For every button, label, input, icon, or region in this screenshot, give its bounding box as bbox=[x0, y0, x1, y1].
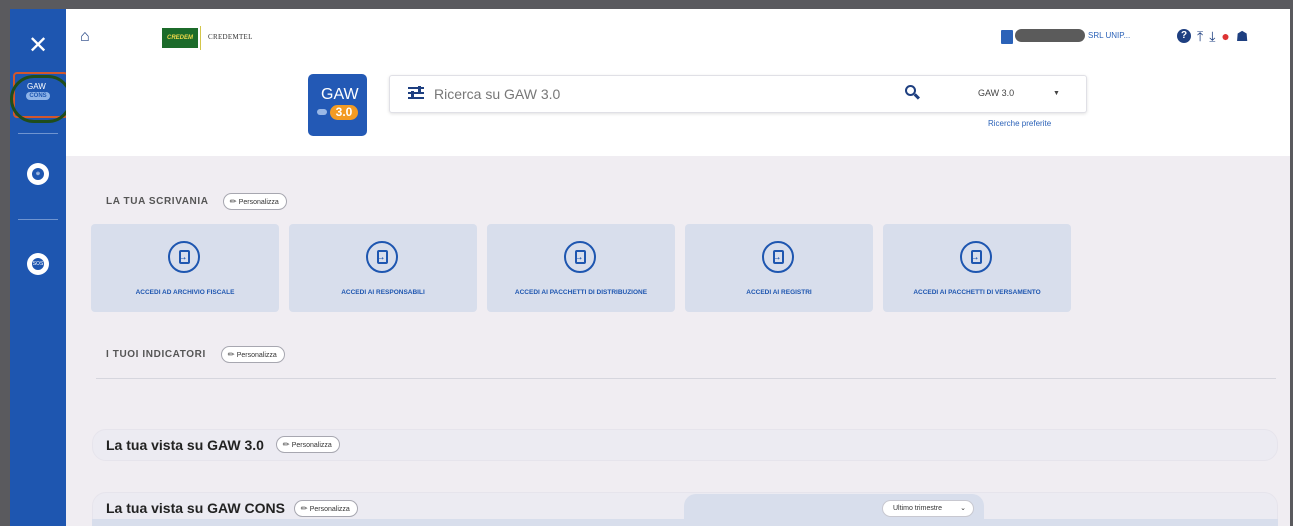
sidebar-item-gaw-cons[interactable]: GAW CONS bbox=[21, 81, 55, 111]
search-scope-select[interactable]: GAW 3.0 bbox=[978, 88, 1014, 98]
sos-chat-icon: SOS bbox=[32, 258, 44, 270]
customize-label: Personalizza bbox=[236, 352, 277, 359]
window-frame-left bbox=[0, 0, 10, 526]
customize-label: Personalizza bbox=[309, 506, 350, 513]
gawcons-view-title: La tua vista su GAW CONS bbox=[106, 500, 285, 516]
sidebar-item-sos[interactable]: SOS bbox=[27, 253, 49, 275]
card-label: ACCEDI AI PACCHETTI DI DISTRIBUZIONE bbox=[514, 289, 648, 296]
upload-icon[interactable]: ⤒ bbox=[1197, 28, 1203, 44]
help-icon[interactable]: ? bbox=[1177, 29, 1191, 43]
logo-separator bbox=[200, 26, 201, 50]
gaw30-view-panel bbox=[92, 429, 1278, 461]
login-icon: → bbox=[564, 241, 596, 273]
home-icon[interactable]: ⌂ bbox=[80, 29, 96, 45]
card-label: ACCEDI AI PACCHETTI DI VERSAMENTO bbox=[913, 289, 1041, 296]
search-input[interactable] bbox=[434, 84, 874, 104]
gaw-cons-pill: CONS bbox=[26, 92, 50, 100]
login-icon: → bbox=[960, 241, 992, 273]
gaw-logo-word: GAW bbox=[321, 86, 359, 103]
redacted-company-text bbox=[1015, 29, 1085, 42]
desk-title: LA TUA SCRIVANIA bbox=[106, 196, 209, 207]
sidebar-divider bbox=[18, 219, 58, 220]
building-icon bbox=[1001, 30, 1013, 44]
desk-customize-button[interactable]: ✎Personalizza bbox=[223, 193, 287, 210]
saved-searches-link[interactable]: Ricerche preferite bbox=[988, 119, 1051, 128]
card-label: ACCEDI AD ARCHIVIO FISCALE bbox=[135, 289, 235, 296]
card-pacchetti-distribuzione[interactable]: → ACCEDI AI PACCHETTI DI DISTRIBUZIONE bbox=[487, 224, 675, 312]
section-divider bbox=[96, 378, 1276, 379]
card-responsabili[interactable]: → ACCEDI AI RESPONSABILI bbox=[289, 224, 477, 312]
header-actions: ? ⤒ ⤓ ● ☗ bbox=[1177, 28, 1248, 44]
pencil-icon: ✎ bbox=[227, 195, 239, 208]
close-icon[interactable]: ✕ bbox=[27, 34, 49, 58]
user-icon[interactable]: ☗ bbox=[1236, 28, 1249, 44]
card-label: ACCEDI AI REGISTRI bbox=[746, 289, 812, 296]
search-bar: GAW 3.0 ▼ bbox=[389, 75, 1087, 113]
credemtel-logo: CREDEMTEL bbox=[208, 33, 253, 41]
company-name[interactable]: SRL UNIP... bbox=[1088, 31, 1130, 40]
customize-label: Personalizza bbox=[291, 442, 332, 449]
period-select-value: Ultimo trimestre bbox=[893, 505, 943, 512]
gaw-logo-version: 3.0 bbox=[330, 105, 358, 120]
card-registri[interactable]: → ACCEDI AI REGISTRI bbox=[685, 224, 873, 312]
search-icon[interactable] bbox=[904, 84, 922, 102]
notifications-icon[interactable]: ● bbox=[1221, 28, 1229, 44]
login-icon: → bbox=[366, 241, 398, 273]
pencil-icon: ✎ bbox=[298, 502, 310, 515]
filter-icon[interactable] bbox=[408, 86, 424, 100]
card-archivio-fiscale[interactable]: → ACCEDI AD ARCHIVIO FISCALE bbox=[91, 224, 279, 312]
globe-icon: ⊕ bbox=[32, 168, 44, 180]
gaw30-view-title: La tua vista su GAW 3.0 bbox=[106, 437, 264, 453]
sidebar: ✕ GAW CONS ⊕ SOS bbox=[10, 9, 73, 526]
download-icon[interactable]: ⤓ bbox=[1209, 28, 1215, 44]
gaw30-customize-button[interactable]: ✎Personalizza bbox=[276, 436, 340, 453]
card-label: ACCEDI AI RESPONSABILI bbox=[341, 289, 425, 296]
window-frame-top bbox=[0, 0, 1293, 9]
header: ⌂ CREDEM CREDEMTEL GAW 3.0 GAW 3.0 ▼ Ric… bbox=[66, 9, 1290, 156]
credem-logo: CREDEM bbox=[162, 28, 198, 48]
gaw-logo[interactable]: GAW 3.0 bbox=[308, 74, 367, 136]
indicators-customize-button[interactable]: ✎Personalizza bbox=[221, 346, 285, 363]
card-pacchetti-versamento[interactable]: → ACCEDI AI PACCHETTI DI VERSAMENTO bbox=[883, 224, 1071, 312]
chevron-down-icon: ⌄ bbox=[960, 505, 966, 512]
sidebar-divider bbox=[18, 133, 58, 134]
gawcons-customize-button[interactable]: ✎Personalizza bbox=[294, 500, 358, 517]
indicators-title: I TUOI INDICATORI bbox=[106, 349, 206, 360]
pencil-icon: ✎ bbox=[280, 438, 292, 451]
pencil-icon: ✎ bbox=[225, 348, 237, 361]
gaw-logo-dot bbox=[317, 109, 327, 115]
customize-label: Personalizza bbox=[238, 199, 279, 206]
chevron-down-icon[interactable]: ▼ bbox=[1053, 90, 1060, 97]
period-select[interactable]: Ultimo trimestre ⌄ bbox=[882, 500, 974, 517]
login-icon: → bbox=[762, 241, 794, 273]
sidebar-item-globe[interactable]: ⊕ bbox=[27, 163, 49, 185]
gaw-cons-label: GAW bbox=[27, 82, 46, 91]
login-icon: → bbox=[168, 241, 200, 273]
